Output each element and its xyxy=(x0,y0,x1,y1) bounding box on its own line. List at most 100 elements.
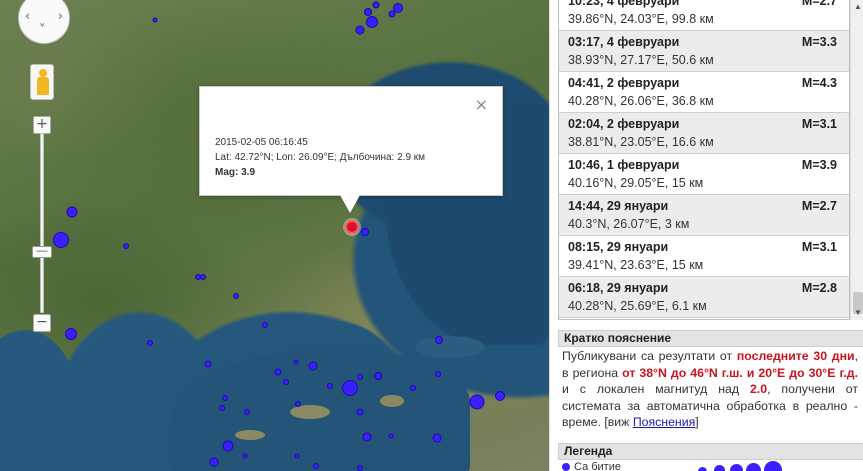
close-icon[interactable]: × xyxy=(475,95,488,114)
pan-control[interactable]: ‹ › ˄ ˅ xyxy=(18,0,70,44)
earthquake-marker[interactable] xyxy=(147,340,153,346)
earthquake-marker[interactable] xyxy=(262,322,268,328)
street-view-pegman-icon[interactable] xyxy=(30,64,54,100)
earthquake-marker[interactable] xyxy=(219,405,225,411)
earthquake-marker[interactable] xyxy=(295,401,301,407)
zoom-out-button[interactable]: − xyxy=(33,314,51,332)
map-view[interactable]: ‹ › ˄ ˅ + — − × 2015-02-05 06:16:45 Lat:… xyxy=(0,0,549,471)
earthquake-marker[interactable] xyxy=(388,10,396,18)
earthquake-marker[interactable] xyxy=(435,336,443,344)
earthquake-list-row[interactable]: 02:04, 2 февруари M=3.1 38.81°N, 23.05°E, … xyxy=(559,113,849,154)
pan-right-icon[interactable]: › xyxy=(58,9,63,24)
earthquake-marker[interactable] xyxy=(293,359,299,365)
event-magnitude: M=3.9 xyxy=(801,158,837,172)
earthquake-marker[interactable] xyxy=(469,394,485,410)
earthquake-list-row[interactable]: 14:44, 29 януари M=2.7 40.3°N, 26.07°E, 3 … xyxy=(559,195,849,236)
selected-earthquake-marker[interactable] xyxy=(345,220,359,234)
earthquake-marker[interactable] xyxy=(233,293,239,299)
event-time: 10:23, 4 февруари xyxy=(568,0,680,8)
earthquake-marker[interactable] xyxy=(152,17,158,23)
earthquake-list-row[interactable]: 03:17, 4 февруари M=3.3 38.93°N, 27.17°E, … xyxy=(559,31,849,72)
earthquake-marker[interactable] xyxy=(242,453,248,459)
info-window-pointer xyxy=(340,195,360,213)
explanations-link[interactable]: Пояснения xyxy=(633,415,695,429)
earthquake-list-row[interactable]: 10:46, 1 февруари M=3.9 40.16°N, 29.05°E, … xyxy=(559,154,849,195)
scroll-down-icon[interactable]: ▼ xyxy=(853,308,863,317)
earthquake-marker[interactable] xyxy=(435,371,441,377)
earthquake-list-row[interactable]: 10:23, 4 февруари M=2.7 39.86°N, 24.03°E, … xyxy=(559,0,849,31)
earthquake-list[interactable]: 10:23, 4 февруари M=2.7 39.86°N, 24.03°E, … xyxy=(558,0,850,320)
earthquake-marker[interactable] xyxy=(123,243,129,249)
pan-down-icon[interactable]: ˅ xyxy=(39,23,46,38)
earthquake-marker[interactable] xyxy=(366,16,378,28)
event-time: 08:15, 29 януари xyxy=(568,240,669,254)
scroll-up-icon[interactable]: ▲ xyxy=(853,2,863,11)
earthquake-marker[interactable] xyxy=(374,372,382,380)
zoom-in-button[interactable]: + xyxy=(33,116,51,134)
legend-dot-icon xyxy=(562,463,570,471)
earthquake-marker[interactable] xyxy=(342,380,358,396)
list-scrollbar[interactable]: ▲ ▼ xyxy=(850,0,863,320)
event-location: 38.93°N, 27.17°E, 50.6 км xyxy=(568,53,714,67)
pan-left-icon[interactable]: ‹ xyxy=(25,9,30,24)
earthquake-list-row[interactable]: 08:15, 29 януари M=3.1 39.41°N, 23.63°E, 1… xyxy=(559,236,849,277)
info-magnitude: Mag: 3.9 xyxy=(215,167,256,178)
earthquake-marker[interactable] xyxy=(495,391,505,401)
legend-dot-icon xyxy=(698,467,707,471)
earthquake-marker[interactable] xyxy=(222,440,234,452)
event-magnitude: M=2.7 xyxy=(801,0,837,8)
explanation-text: Публикувани са резултати от последните 3… xyxy=(562,349,858,429)
earthquake-marker[interactable] xyxy=(357,465,363,471)
earthquake-marker[interactable] xyxy=(372,1,380,9)
earthquake-marker[interactable] xyxy=(356,408,364,416)
earthquake-marker[interactable] xyxy=(410,385,416,391)
earthquake-marker[interactable] xyxy=(294,453,300,459)
earthquake-marker[interactable] xyxy=(283,379,289,385)
earthquake-marker[interactable] xyxy=(313,463,319,469)
island xyxy=(380,395,404,407)
earthquake-info-window: × 2015-02-05 06:16:45 Lat: 42.72°N; Lon:… xyxy=(199,86,503,196)
earthquake-marker[interactable] xyxy=(355,25,365,35)
earthquake-marker[interactable] xyxy=(204,360,212,368)
event-time: 10:46, 1 февруари xyxy=(568,158,680,172)
event-time: 03:17, 4 февруари xyxy=(568,35,680,49)
earthquake-marker[interactable] xyxy=(308,361,318,371)
event-magnitude: M=3.1 xyxy=(801,117,837,131)
event-magnitude: M=2.8 xyxy=(801,281,837,295)
earthquake-list-row[interactable]: 06:18, 29 януари M=2.8 40.28°N, 25.69°E, 6… xyxy=(559,277,849,318)
legend-dot-icon xyxy=(746,463,761,471)
event-location: 40.28°N, 26.06°E, 36.8 км xyxy=(568,94,714,108)
earthquake-marker[interactable] xyxy=(361,228,369,236)
event-location: 40.3°N, 26.07°E, 3 км xyxy=(568,217,690,231)
earthquake-marker[interactable] xyxy=(200,274,206,280)
earthquake-marker[interactable] xyxy=(364,8,372,16)
earthquake-marker[interactable] xyxy=(327,383,333,389)
earthquake-marker[interactable] xyxy=(53,232,69,248)
earthquake-marker[interactable] xyxy=(362,432,372,442)
zoom-slider-handle[interactable]: — xyxy=(32,246,52,258)
earthquake-marker[interactable] xyxy=(209,457,219,467)
side-panel: 10:23, 4 февруари M=2.7 39.86°N, 24.03°E, … xyxy=(549,0,863,471)
earthquake-marker[interactable] xyxy=(222,395,228,401)
earthquake-list-row[interactable]: 04:41, 2 февруари M=4.3 40.28°N, 26.06°E, … xyxy=(559,72,849,113)
explanation-title: Кратко пояснение xyxy=(558,330,863,347)
earthquake-marker[interactable] xyxy=(274,368,282,376)
legend-dot-icon xyxy=(714,465,725,471)
earthquake-marker[interactable] xyxy=(357,374,363,380)
pan-up-icon[interactable]: ˄ xyxy=(39,0,46,10)
earthquake-marker[interactable] xyxy=(432,433,442,443)
event-time: 06:18, 29 януари xyxy=(568,281,669,295)
event-magnitude: M=3.1 xyxy=(801,240,837,254)
event-location: 40.16°N, 29.05°E, 15 км xyxy=(568,176,704,190)
event-magnitude: M=4.3 xyxy=(801,76,837,90)
earthquake-marker[interactable] xyxy=(66,206,78,218)
event-location: 39.41°N, 23.63°E, 15 км xyxy=(568,258,704,272)
zoom-slider-track[interactable] xyxy=(40,133,44,313)
island xyxy=(290,405,330,419)
island xyxy=(235,430,265,440)
earthquake-marker[interactable] xyxy=(388,433,394,439)
earthquake-marker[interactable] xyxy=(244,409,250,415)
event-location: 40.28°N, 25.69°E, 6.1 км xyxy=(568,299,707,313)
event-location: 38.81°N, 23.05°E, 16.6 км xyxy=(568,135,714,149)
earthquake-marker[interactable] xyxy=(65,328,77,340)
